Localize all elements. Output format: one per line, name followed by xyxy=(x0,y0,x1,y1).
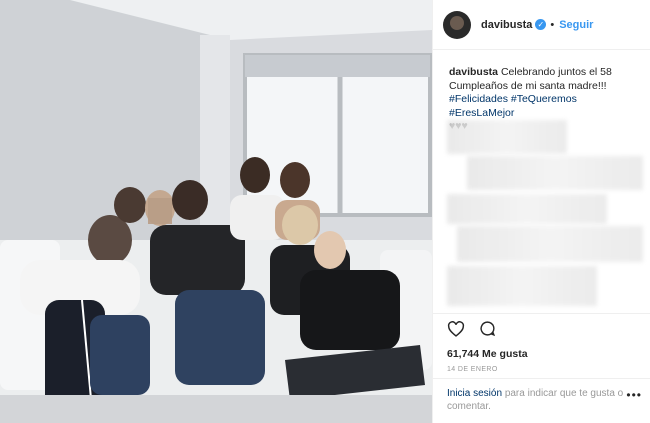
login-link[interactable]: Inicia sesión xyxy=(447,388,502,399)
avatar[interactable] xyxy=(443,10,471,39)
likes-count[interactable]: 61,744 Me gusta xyxy=(447,348,650,360)
post-photo[interactable] xyxy=(0,0,432,423)
heart-icon[interactable] xyxy=(447,320,465,342)
post-date: 14 DE ENERO xyxy=(447,366,498,373)
instagram-post: davibusta ✓ • Seguir davibusta Celebrand… xyxy=(0,0,650,423)
post-actions: 61,744 Me gusta 14 DE ENERO xyxy=(433,313,650,373)
separator-dot: • xyxy=(550,18,555,31)
post-header: davibusta ✓ • Seguir xyxy=(433,0,650,50)
family-photo-illustration xyxy=(0,0,432,423)
follow-button[interactable]: Seguir xyxy=(559,19,593,31)
verified-check-icon: ✓ xyxy=(535,19,547,30)
header-username[interactable]: davibusta xyxy=(481,19,532,31)
post-sidebar: davibusta ✓ • Seguir davibusta Celebrand… xyxy=(432,0,650,423)
login-prompt: Inicia sesión para indicar que te gusta … xyxy=(433,378,650,413)
caption-username[interactable]: davibusta xyxy=(449,66,498,78)
caption-hashtags[interactable]: #Felicidades #TeQueremos #EresLaMejor xyxy=(449,93,577,119)
more-options-icon[interactable]: ••• xyxy=(626,388,642,402)
comment-bubble-icon[interactable] xyxy=(479,320,496,342)
blurred-comments xyxy=(447,120,643,310)
